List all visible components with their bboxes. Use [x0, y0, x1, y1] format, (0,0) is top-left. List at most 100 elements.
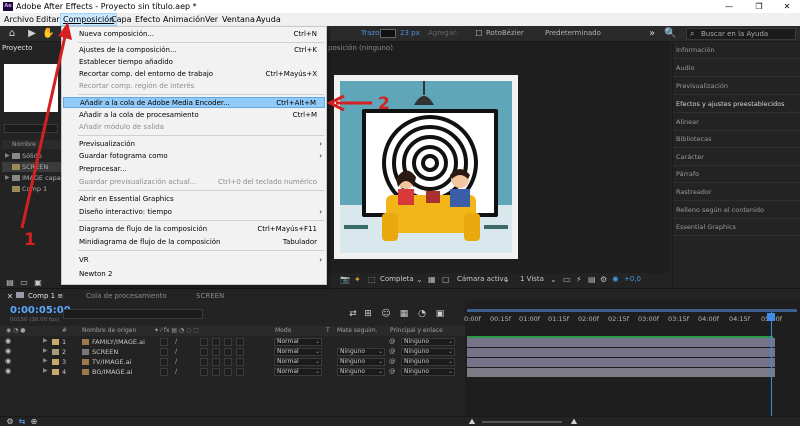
help-search-field[interactable]: ⌕ Buscar en la Ayuda [686, 28, 796, 40]
visibility-eye-icon[interactable]: ◉ [5, 357, 11, 365]
expand-chevron-icon[interactable]: ▶ [43, 337, 48, 344]
menu-item-mini-flowchart[interactable]: Minidiagrama de flujo de la composición T… [63, 237, 325, 248]
menu-item-newton[interactable]: Newton 2 [63, 269, 325, 280]
project-item[interactable]: ▶ IMAGE capa [2, 173, 62, 183]
menu-item-vr[interactable]: VR › [63, 255, 325, 266]
menu-efecto[interactable]: Efecto [135, 13, 160, 26]
layer-track-bar[interactable] [467, 348, 775, 357]
switch-box[interactable] [200, 348, 208, 356]
menu-item-new-composition[interactable]: Nueva composición... Ctrl+N [63, 29, 325, 40]
panel-tracker[interactable]: Rastreador [676, 188, 796, 196]
exposure-icon[interactable]: ✺ [612, 275, 619, 284]
menu-item-responsive-design-time[interactable]: Diseño interactivo: tiempo › [63, 207, 325, 218]
flowchart-icon[interactable]: ⚙ [600, 275, 607, 284]
switch-box[interactable] [212, 338, 220, 346]
label-color-swatch[interactable] [52, 369, 59, 375]
camera-dropdown[interactable]: Cámara activa [457, 275, 508, 283]
switch-box[interactable] [160, 358, 168, 366]
visibility-eye-icon[interactable]: ◉ [5, 347, 11, 355]
graph-editor-icon[interactable]: ▣ [434, 308, 446, 320]
composition-canvas[interactable] [334, 75, 518, 259]
menu-item-add-to-media-encoder[interactable]: Añadir a la cola de Adobe Media Encoder.… [63, 97, 325, 108]
menu-editar[interactable]: Editar [36, 13, 60, 26]
current-timecode[interactable]: 0:00:05:00 [10, 305, 71, 316]
layer-track-bar[interactable] [467, 358, 775, 367]
parent-dropdown[interactable]: Ninguno ⌄ [401, 368, 455, 376]
switch-box[interactable] [200, 368, 208, 376]
switch-box[interactable] [200, 358, 208, 366]
workspace-default[interactable]: Predeterminado [545, 29, 601, 37]
switch-box[interactable] [236, 348, 244, 356]
work-area-bar[interactable] [467, 309, 797, 312]
camera-chevron-icon[interactable]: ⌄ [503, 275, 510, 284]
switch-box[interactable] [160, 338, 168, 346]
expand-chevron-icon[interactable]: ▶ [43, 367, 48, 374]
close-button[interactable]: ✕ [776, 0, 798, 13]
tab-render-queue[interactable]: Cola de procesamiento [86, 292, 167, 300]
header-source-name[interactable]: Nombre de origen [82, 327, 136, 334]
timing-controls-icon[interactable]: ⊕ [28, 416, 40, 426]
quality-switch-icon[interactable]: / [175, 347, 177, 355]
track-matte-dropdown[interactable]: Ninguno ⌄ [337, 348, 385, 356]
panel-info[interactable]: Información [676, 46, 796, 54]
mode-dropdown[interactable]: Normal ⌄ [274, 348, 322, 356]
pickwhip-icon[interactable]: @ [389, 357, 396, 365]
current-time-indicator[interactable] [771, 312, 772, 416]
tab-screen[interactable]: SCREEN [196, 292, 224, 300]
maximize-button[interactable]: ❐ [748, 0, 770, 13]
close-tab-icon[interactable]: ✕ [4, 291, 16, 303]
transfer-controls-icon[interactable]: ⇆ [16, 416, 28, 426]
comp-mini-flowchart-icon[interactable]: ⇄ [347, 308, 359, 320]
mask-visibility-icon[interactable]: ▢ [442, 275, 450, 284]
timeline-icon[interactable]: ▤ [588, 275, 596, 284]
minimize-button[interactable]: — [718, 0, 740, 13]
mode-dropdown[interactable]: Normal ⌄ [274, 368, 322, 376]
viewer-tab[interactable]: posición (ninguno) [328, 44, 393, 52]
panel-paragraph[interactable]: Párrafo [676, 170, 796, 178]
quality-switch-icon[interactable]: / [175, 337, 177, 345]
zoom-slider[interactable] [482, 421, 562, 423]
header-track-matte[interactable]: Mate seguim. [337, 327, 378, 334]
switch-box[interactable] [160, 348, 168, 356]
shy-layers-icon[interactable]: ☺ [380, 308, 392, 320]
selection-tool-icon[interactable]: ▶ [26, 28, 38, 40]
menu-ayuda[interactable]: Ayuda [256, 13, 281, 26]
track-matte-dropdown[interactable]: Ninguno ⌄ [337, 358, 385, 366]
project-item[interactable]: ▶ Sólido [2, 151, 62, 161]
expand-chevron-icon[interactable]: ▶ [43, 347, 48, 354]
timeline-search-input[interactable] [63, 309, 203, 319]
switch-box[interactable] [224, 348, 232, 356]
pixel-aspect-icon[interactable]: ▭ [563, 275, 571, 284]
panel-audio[interactable]: Audio [676, 64, 796, 72]
switch-box[interactable] [224, 338, 232, 346]
current-time-indicator-head[interactable] [767, 313, 775, 321]
visibility-eye-icon[interactable]: ◉ [5, 337, 11, 345]
draft-3d-icon[interactable]: ⊞ [362, 308, 374, 320]
switch-box[interactable] [212, 358, 220, 366]
switch-box[interactable] [236, 338, 244, 346]
switch-box[interactable] [200, 338, 208, 346]
switch-box[interactable] [236, 358, 244, 366]
color-channel-icon[interactable]: ✦ [354, 275, 361, 284]
tab-comp1[interactable]: Comp 1 ≡ [16, 292, 63, 300]
hand-tool-icon[interactable]: ✋ [42, 28, 54, 40]
menu-item-set-poster-time[interactable]: Establecer tiempo añadido [63, 57, 325, 68]
label-color-swatch[interactable] [52, 349, 59, 355]
label-color-swatch[interactable] [52, 339, 59, 345]
panel-align[interactable]: Alinear [676, 118, 796, 126]
transparency-grid-icon[interactable]: ▦ [428, 275, 436, 284]
panel-libraries[interactable]: Bibliotecas [676, 135, 796, 143]
pickwhip-icon[interactable]: @ [389, 337, 396, 345]
header-parent[interactable]: Principal y enlace [390, 327, 443, 334]
label-color-swatch[interactable] [52, 359, 59, 365]
motion-blur-icon[interactable]: ◔ [416, 308, 428, 320]
menu-item-composition-settings[interactable]: Ajustes de la composición... Ctrl+K [63, 45, 325, 56]
switch-box[interactable] [212, 348, 220, 356]
menu-item-add-to-render-queue[interactable]: Añadir a la cola de procesamiento Ctrl+M [63, 110, 325, 121]
stroke-color-swatch[interactable] [380, 29, 396, 38]
header-mode[interactable]: Modo [275, 327, 291, 334]
layer-switches-icon[interactable]: ⚙ [4, 416, 16, 426]
panel-effects-presets[interactable]: Efectos y ajustes preestablecidos [676, 100, 796, 108]
quality-switch-icon[interactable]: / [175, 367, 177, 375]
switch-box[interactable] [224, 358, 232, 366]
